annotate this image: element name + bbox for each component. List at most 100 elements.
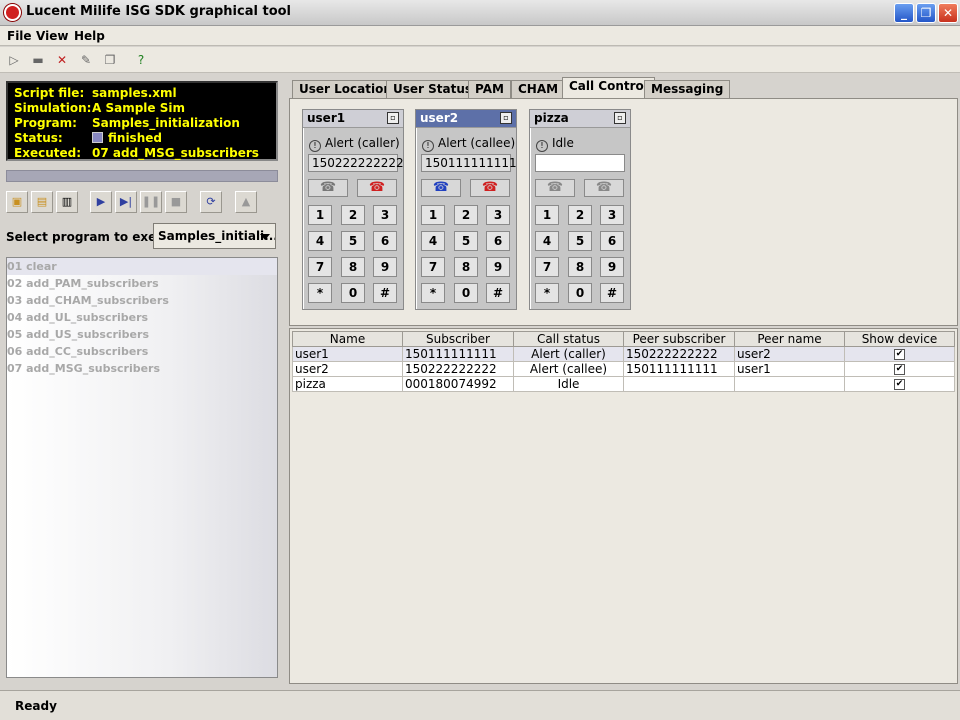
key-3[interactable]: 3 [600, 205, 624, 225]
close-button[interactable]: ✕ [938, 3, 958, 23]
minimize-button[interactable]: _ [894, 3, 914, 23]
delete-device-icon[interactable]: ✕ [54, 52, 70, 68]
key-2[interactable]: 2 [568, 205, 592, 225]
key-6[interactable]: 6 [486, 231, 510, 251]
tab-cham[interactable]: CHAM [511, 80, 566, 98]
key-5[interactable]: 5 [454, 231, 478, 251]
menu-view[interactable]: View [36, 29, 68, 43]
eject-button[interactable]: ▲ [235, 191, 257, 213]
program-list[interactable]: 01 clear 02 add_PAM_subscribers 03 add_C… [6, 257, 278, 678]
column-header-name[interactable]: Name [292, 331, 403, 347]
key-3[interactable]: 3 [486, 205, 510, 225]
maximize-button[interactable]: ❐ [916, 3, 936, 23]
detach-icon[interactable]: ▫ [500, 112, 512, 124]
help-icon[interactable]: ? [133, 52, 149, 68]
key-1[interactable]: 1 [421, 205, 445, 225]
play-button[interactable]: ▶ [90, 191, 112, 213]
pause-button[interactable]: ❚❚ [140, 191, 162, 213]
menu-help[interactable]: Help [74, 29, 105, 43]
chevron-down-icon[interactable] [260, 234, 270, 240]
key-6[interactable]: 6 [600, 231, 624, 251]
new-folder-button[interactable]: ▤ [31, 191, 53, 213]
hangup-button[interactable]: ☎ [584, 179, 624, 197]
run-arrow-icon[interactable]: ▷ [6, 52, 22, 68]
hangup-button[interactable]: ☎ [357, 179, 397, 197]
key-7[interactable]: 7 [308, 257, 332, 277]
show-device-checkbox[interactable]: ✔ [894, 364, 905, 375]
key-star[interactable]: * [421, 283, 445, 303]
edit-icon[interactable]: ✎ [78, 52, 94, 68]
column-header-show-device[interactable]: Show device [844, 331, 955, 347]
list-item[interactable]: 02 add_PAM_subscribers [7, 275, 277, 292]
key-1[interactable]: 1 [308, 205, 332, 225]
key-8[interactable]: 8 [568, 257, 592, 277]
key-star[interactable]: * [535, 283, 559, 303]
key-star[interactable]: * [308, 283, 332, 303]
program-select[interactable]: Samples_initiali... [153, 223, 276, 249]
table-row[interactable]: pizza 000180074992 Idle ✔ [292, 376, 955, 392]
trash-button[interactable]: ▥ [56, 191, 78, 213]
tab-messaging[interactable]: Messaging [644, 80, 731, 98]
dial-number-field[interactable] [535, 154, 625, 172]
key-2[interactable]: 2 [341, 205, 365, 225]
list-item[interactable]: 03 add_CHAM_subscribers [7, 292, 277, 309]
column-header-peer-name[interactable]: Peer name [734, 331, 845, 347]
key-2[interactable]: 2 [454, 205, 478, 225]
list-item[interactable]: 06 add_CC_subscribers [7, 343, 277, 360]
copy-icon[interactable]: ❐ [102, 52, 118, 68]
table-row[interactable]: user1 150111111111 Alert (caller) 150222… [292, 346, 955, 362]
stop-button[interactable]: ■ [165, 191, 187, 213]
answer-button[interactable]: ☎ [308, 179, 348, 197]
dial-number-field[interactable]: 150111111111 [421, 154, 517, 172]
hangup-button[interactable]: ☎ [470, 179, 510, 197]
key-0[interactable]: 0 [568, 283, 592, 303]
step-button[interactable]: ▶| [115, 191, 137, 213]
list-item[interactable]: 07 add_MSG_subscribers [7, 360, 277, 377]
key-1[interactable]: 1 [535, 205, 559, 225]
key-8[interactable]: 8 [454, 257, 478, 277]
dial-number-field[interactable]: 150222222222 [308, 154, 404, 172]
key-0[interactable]: 0 [341, 283, 365, 303]
key-9[interactable]: 9 [373, 257, 397, 277]
key-8[interactable]: 8 [341, 257, 365, 277]
key-3[interactable]: 3 [373, 205, 397, 225]
menu-file[interactable]: File [7, 29, 32, 43]
list-item[interactable]: 04 add_UL_subscribers [7, 309, 277, 326]
open-folder-button[interactable]: ▣ [6, 191, 28, 213]
column-header-peer-subscriber[interactable]: Peer subscriber [623, 331, 735, 347]
detach-icon[interactable]: ▫ [387, 112, 399, 124]
key-6[interactable]: 6 [373, 231, 397, 251]
key-4[interactable]: 4 [421, 231, 445, 251]
key-9[interactable]: 9 [600, 257, 624, 277]
tab-user-status[interactable]: User Status [386, 80, 480, 98]
key-7[interactable]: 7 [421, 257, 445, 277]
show-device-checkbox[interactable]: ✔ [894, 379, 905, 390]
column-header-subscriber[interactable]: Subscriber [402, 331, 514, 347]
key-5[interactable]: 5 [341, 231, 365, 251]
table-row[interactable]: user2 150222222222 Alert (callee) 150111… [292, 361, 955, 377]
tab-pam[interactable]: PAM [468, 80, 511, 98]
key-5[interactable]: 5 [568, 231, 592, 251]
answer-button[interactable]: ☎ [535, 179, 575, 197]
list-item[interactable]: 05 add_US_subscribers [7, 326, 277, 343]
answer-button[interactable]: ☎ [421, 179, 461, 197]
reload-button[interactable]: ⟳ [200, 191, 222, 213]
tab-user-location[interactable]: User Location [292, 80, 399, 98]
device-icon[interactable]: ▬ [30, 52, 46, 68]
key-hash[interactable]: # [373, 283, 397, 303]
key-4[interactable]: 4 [308, 231, 332, 251]
key-7[interactable]: 7 [535, 257, 559, 277]
detach-icon[interactable]: ▫ [614, 112, 626, 124]
key-4[interactable]: 4 [535, 231, 559, 251]
key-9[interactable]: 9 [486, 257, 510, 277]
key-0[interactable]: 0 [454, 283, 478, 303]
script-file-value: samples.xml [92, 86, 177, 100]
column-header-call-status[interactable]: Call status [513, 331, 624, 347]
show-device-checkbox[interactable]: ✔ [894, 349, 905, 360]
tab-call-control[interactable]: Call Control [562, 77, 655, 99]
key-hash[interactable]: # [486, 283, 510, 303]
list-item[interactable]: 01 clear [7, 258, 277, 275]
cell-call-status: Alert (callee) [513, 361, 624, 377]
key-hash[interactable]: # [600, 283, 624, 303]
info-icon: ! [536, 140, 548, 152]
